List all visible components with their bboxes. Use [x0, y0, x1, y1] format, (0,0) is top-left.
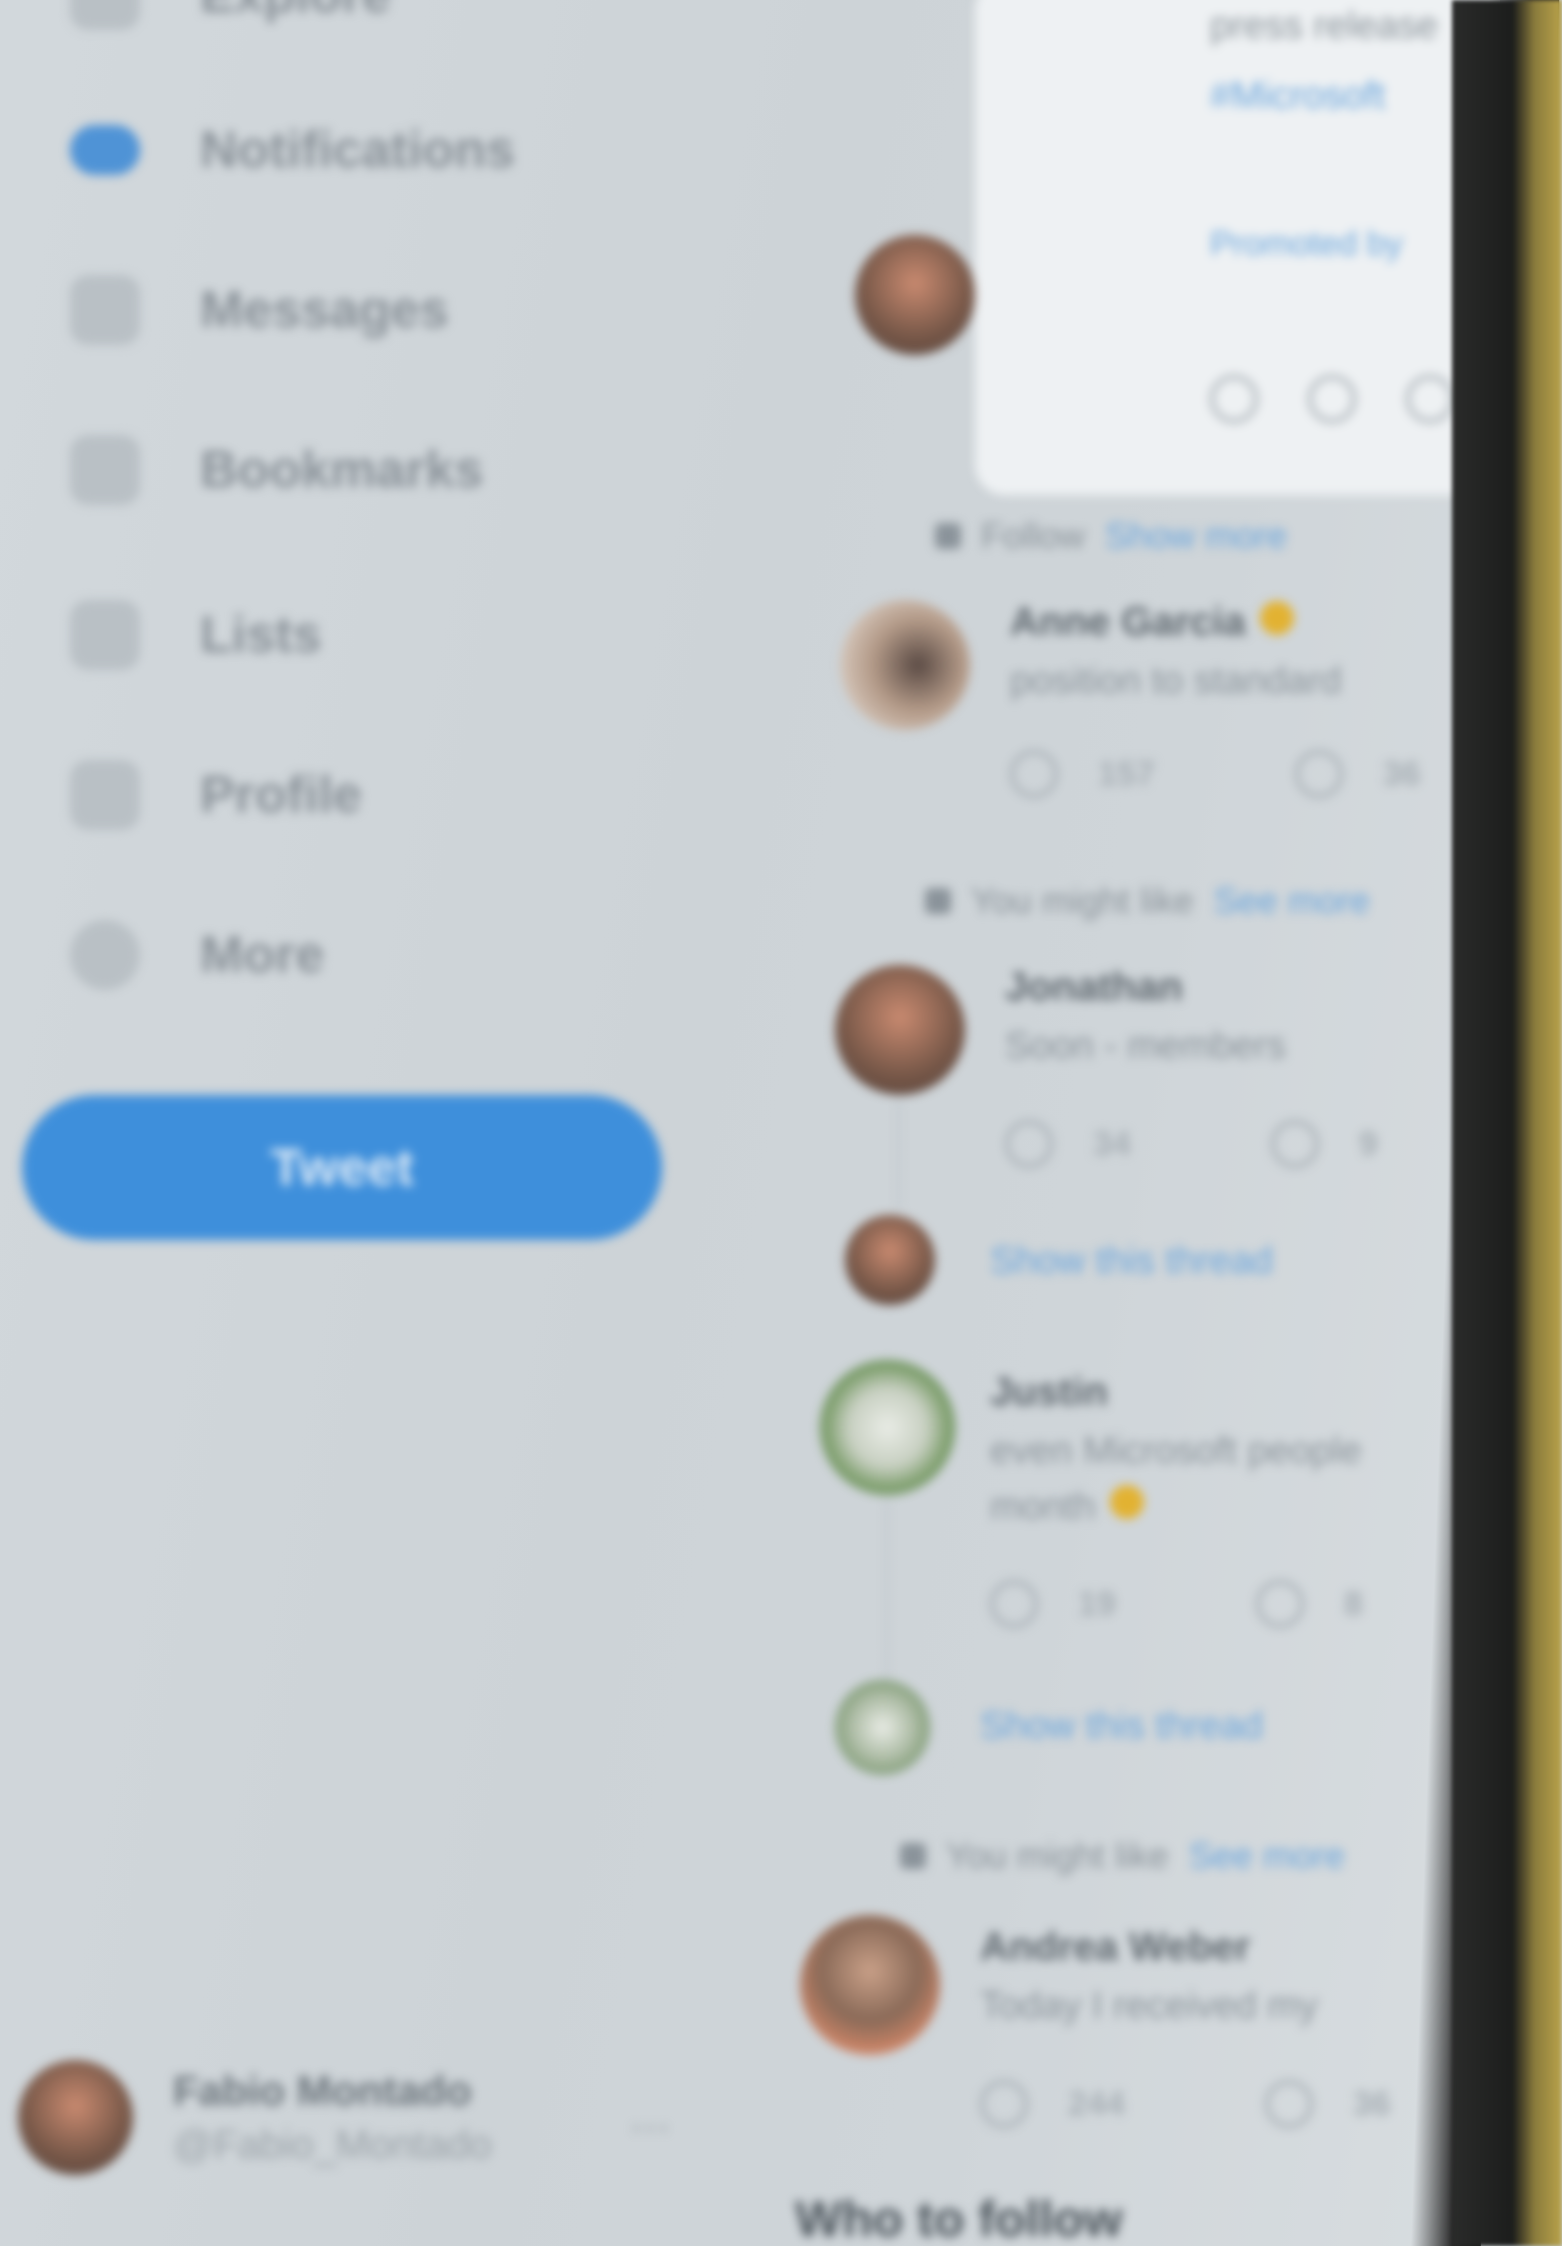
tweet-actions: 19 8 — [990, 1580, 1363, 1628]
reply-icon — [1005, 1120, 1053, 1168]
verified-icon — [1259, 601, 1294, 635]
account-switcher[interactable]: Fabio Montado @Fabio_Montado — [18, 2060, 492, 2175]
monitor-bezel — [1452, 0, 1562, 2246]
account-handle: @Fabio_Montado — [173, 2123, 492, 2167]
context-header: You might like See more — [925, 880, 1370, 922]
promoted-tweet-card[interactable]: press release #Microsoft Promoted by — [975, 0, 1500, 495]
more-dots-icon[interactable]: ⋯ — [630, 2105, 670, 2151]
card-hashtag-link[interactable]: #Microsoft — [1210, 75, 1385, 118]
tweet-author: Anne Garcia — [1010, 600, 1294, 645]
blurred-monitor-screen: Explore Notifications Messages Bookmarks… — [0, 0, 1500, 2246]
sidebar-item-messages[interactable]: Messages — [70, 275, 449, 345]
who-to-follow-heading: Who to follow — [795, 2191, 1123, 2246]
sidebar-item-label: Messages — [200, 281, 449, 339]
retweet-icon[interactable] — [1308, 375, 1356, 423]
tweet-text: Today I received my — [980, 1985, 1318, 2027]
bell-icon — [70, 125, 140, 175]
context-header: Follow Show more — [935, 515, 1287, 557]
tweet-text: Soon - members — [1005, 1025, 1286, 1067]
thread-line — [885, 1500, 889, 1680]
envelope-icon — [70, 275, 140, 345]
avatar[interactable] — [855, 235, 975, 355]
person-icon — [935, 523, 961, 549]
reply-button[interactable]: 34 — [1005, 1120, 1131, 1168]
reply-icon — [980, 2080, 1028, 2128]
account-name: Fabio Montado — [173, 2067, 472, 2114]
retweet-icon — [1270, 1120, 1319, 1168]
reply-button[interactable]: 244 — [980, 2080, 1125, 2128]
reply-button[interactable]: 157 — [1010, 750, 1155, 798]
reply-icon[interactable] — [1210, 375, 1258, 423]
tweet-author: Andrea Weber — [980, 1925, 1251, 1969]
retweet-icon — [1294, 750, 1343, 798]
card-promoted-label: Promoted by — [1210, 225, 1403, 263]
retweet-icon — [1264, 2080, 1313, 2128]
card-text: press release — [1210, 5, 1439, 47]
reply-button[interactable]: 19 — [990, 1580, 1116, 1628]
avatar[interactable] — [840, 600, 970, 730]
retweet-button[interactable]: 8 — [1255, 1580, 1363, 1628]
retweet-button[interactable]: 9 — [1270, 1120, 1378, 1168]
show-thread-link[interactable]: Show this thread — [980, 1705, 1263, 1748]
like-icon[interactable] — [1406, 375, 1454, 423]
sidebar-item-bookmarks[interactable]: Bookmarks — [70, 435, 483, 505]
blurred-ui: Explore Notifications Messages Bookmarks… — [0, 0, 1500, 2246]
thread-line — [897, 1100, 901, 1210]
retweet-button[interactable]: 36 — [1264, 2080, 1391, 2128]
show-thread-link[interactable]: Show this thread — [990, 1240, 1273, 1283]
sparkle-icon — [900, 1843, 926, 1869]
avatar[interactable] — [820, 1360, 955, 1495]
sidebar-item-explore[interactable]: Explore — [70, 0, 391, 30]
retweet-button[interactable]: 36 — [1294, 750, 1421, 798]
tweet-author: Jonathan — [1005, 965, 1183, 1009]
tweet-text-cont: month — [990, 1485, 1144, 1529]
sparkle-icon — [925, 888, 951, 914]
sidebar-item-label: Bookmarks — [200, 441, 484, 499]
sidebar-item-lists[interactable]: Lists — [70, 600, 321, 670]
reply-icon — [1010, 750, 1058, 798]
more-circle-icon — [70, 920, 140, 990]
context-link[interactable]: See more — [1189, 1835, 1345, 1877]
context-header: You might like See more — [900, 1835, 1345, 1877]
sidebar-item-notifications[interactable]: Notifications — [70, 120, 515, 180]
reply-icon — [990, 1580, 1038, 1628]
sidebar-item-label: Profile — [200, 766, 362, 824]
avatar — [845, 1215, 935, 1305]
tweet-text: position to standard — [1010, 660, 1342, 702]
tweet-actions: 34 9 — [1005, 1120, 1378, 1168]
avatar[interactable] — [800, 1915, 940, 2055]
sidebar-item-profile[interactable]: Profile — [70, 760, 362, 830]
context-link[interactable]: Show more — [1105, 515, 1287, 557]
tweet-actions: 244 36 — [980, 2080, 1391, 2128]
emoji-icon — [1109, 1485, 1144, 1519]
bookmark-icon — [70, 435, 140, 505]
sidebar-item-label: More — [200, 926, 325, 984]
hashtag-icon — [70, 0, 140, 30]
tweet-actions: 157 36 — [1010, 750, 1421, 798]
tweet-text: even Microsoft people — [990, 1430, 1362, 1472]
sidebar-item-label: Notifications — [200, 121, 515, 179]
avatar[interactable] — [835, 965, 965, 1095]
list-icon — [70, 600, 140, 670]
retweet-icon — [1255, 1580, 1304, 1628]
sidebar-item-more[interactable]: More — [70, 920, 324, 990]
sidebar-item-label: Explore — [200, 0, 391, 25]
tweet-author: Justin — [990, 1370, 1108, 1414]
person-icon — [70, 760, 140, 830]
avatar — [835, 1680, 930, 1775]
sidebar-item-label: Lists — [200, 606, 322, 664]
card-actions — [1210, 375, 1454, 423]
context-link[interactable]: See more — [1214, 880, 1370, 922]
tweet-button[interactable]: Tweet — [22, 1095, 662, 1240]
avatar — [18, 2060, 133, 2175]
